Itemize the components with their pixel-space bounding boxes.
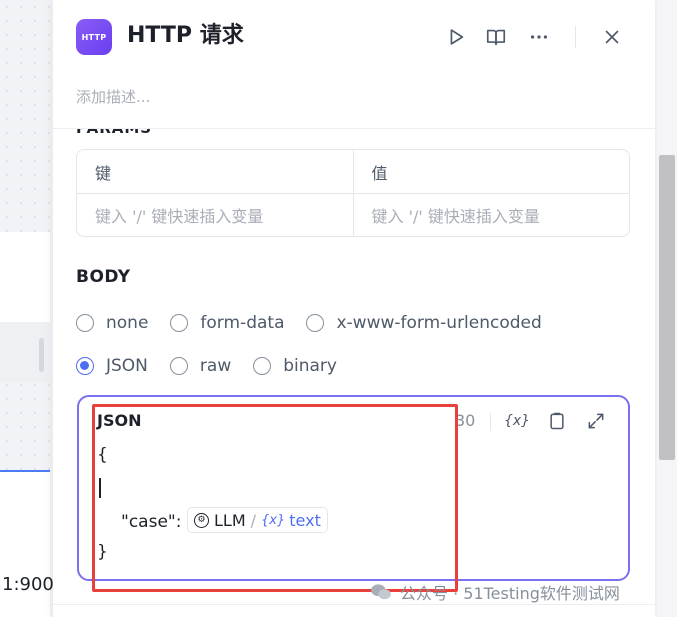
body-section-title: BODY <box>76 267 131 287</box>
character-count: 30 <box>455 411 476 430</box>
body-type-radio-group: none form-data x-www-form-urlencoded <box>76 313 564 333</box>
radio-circle-icon <box>170 314 189 332</box>
key-column-header: 键 <box>95 163 112 183</box>
value-column-header: 值 <box>352 150 630 193</box>
insert-variable-button[interactable]: {x} <box>503 409 531 433</box>
expand-icon <box>588 413 604 429</box>
run-button[interactable] <box>443 24 469 50</box>
panel-footer-divider <box>53 604 655 605</box>
more-button[interactable] <box>526 24 552 50</box>
radio-label: binary <box>283 356 337 376</box>
radio-circle-icon <box>253 357 272 375</box>
background-node <box>0 232 50 322</box>
radio-label: raw <box>199 356 232 376</box>
radio-circle-icon <box>306 314 325 332</box>
key-input[interactable]: 键入 '/' 键快速插入变量 <box>77 194 353 236</box>
scrollbar[interactable] <box>657 0 677 617</box>
radio-raw[interactable]: raw <box>169 356 232 376</box>
radio-label: none <box>106 313 149 333</box>
more-horizontal-icon <box>530 35 548 39</box>
radio-label: form-data <box>200 313 285 333</box>
play-icon <box>450 29 464 45</box>
background-node-handle <box>39 338 44 372</box>
params-section-title: PARAMS <box>76 128 153 137</box>
radio-label: x-www-form-urlencoded <box>336 313 542 333</box>
radio-binary[interactable]: binary <box>253 356 337 376</box>
body-type-radio-group: JSON raw binary <box>76 356 359 376</box>
scrollbar-thumb[interactable] <box>659 155 675 460</box>
description-input[interactable]: 添加描述... <box>76 86 150 107</box>
table-row: 键入 '/' 键快速插入变量 键入 '/' 键快速插入变量 <box>77 193 629 236</box>
book-icon <box>486 29 506 46</box>
radio-none[interactable]: none <box>76 313 148 333</box>
copy-button[interactable] <box>545 409 569 433</box>
background-node-text: 1:900 <box>2 574 54 595</box>
editor-toolbar-divider <box>490 413 491 431</box>
variable-icon: {x} <box>503 413 531 429</box>
radio-circle-icon <box>169 357 188 375</box>
radio-circle-icon <box>76 314 94 332</box>
value-input[interactable]: 键入 '/' 键快速插入变量 <box>352 194 630 236</box>
table-header-row: 键 值 <box>77 150 629 193</box>
docs-button[interactable] <box>483 24 509 50</box>
radio-checked-icon <box>76 357 94 375</box>
radio-x-www-form-urlencoded[interactable]: x-www-form-urlencoded <box>306 313 542 333</box>
radio-label: JSON <box>106 356 148 376</box>
expand-button[interactable] <box>584 409 608 433</box>
panel-title[interactable]: HTTP 请求 <box>127 20 244 52</box>
wechat-icon <box>371 584 391 600</box>
http-node-icon: HTTP <box>76 19 112 55</box>
watermark: 公众号 · 51Testing软件测试网 <box>370 580 620 604</box>
annotation-highlight-box <box>92 404 458 592</box>
radio-form-data[interactable]: form-data <box>170 313 284 333</box>
clipboard-icon <box>550 412 564 430</box>
header-divider <box>575 26 576 48</box>
watermark-text: 公众号 · 51Testing软件测试网 <box>400 584 620 603</box>
params-table: 键 值 键入 '/' 键快速插入变量 键入 '/' 键快速插入变量 <box>76 149 630 237</box>
radio-json[interactable]: JSON <box>76 356 148 376</box>
close-icon <box>605 30 619 44</box>
close-button[interactable] <box>599 24 625 50</box>
panel-header: HTTP HTTP 请求 添加描述... <box>53 0 655 106</box>
